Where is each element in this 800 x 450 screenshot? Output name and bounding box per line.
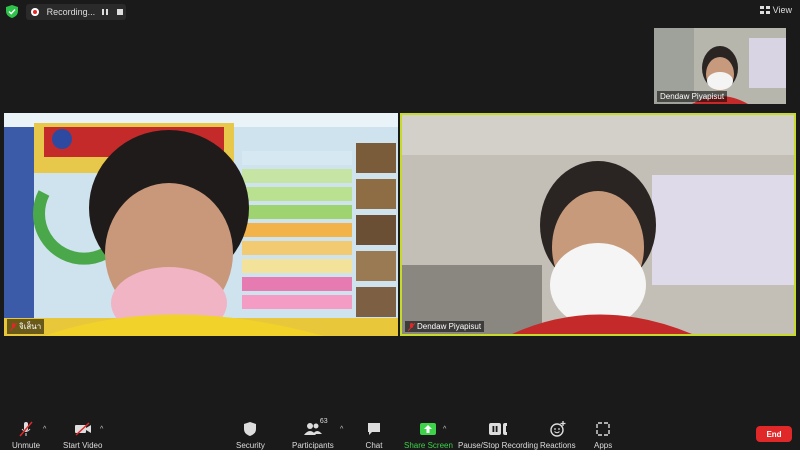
start-video-label: Start Video (63, 441, 103, 450)
stop-recording-icon[interactable] (115, 6, 126, 18)
pause-stop-recording-button[interactable]: Pause/Stop Recording (458, 412, 538, 450)
start-video-button[interactable]: Start Video (63, 412, 102, 450)
participants-icon: 63 (303, 418, 328, 438)
video-options-caret-icon[interactable]: ^ (100, 426, 103, 433)
chat-bubble-icon (365, 420, 383, 438)
apps-button[interactable]: Apps (594, 412, 612, 450)
pause-stop-recording-label: Pause/Stop Recording (458, 441, 539, 450)
view-button[interactable]: View (759, 5, 792, 15)
meeting-toolbar: Unmute ^ Start Video ^ Security 63 Parti… (0, 412, 800, 450)
muted-mic-icon (408, 322, 415, 331)
share-screen-icon (419, 420, 437, 438)
recording-indicator: Recording... (26, 4, 126, 20)
share-screen-label: Share Screen (404, 441, 453, 450)
view-label: View (772, 5, 792, 15)
unmute-button[interactable]: Unmute (12, 412, 40, 450)
left-participant-name: จิเส็นา (19, 322, 42, 331)
right-participant-name: Dendaw Piyapisut (417, 322, 482, 331)
security-shield-icon (241, 420, 259, 438)
self-view-thumbnail[interactable]: Dendaw Piyapisut (654, 28, 786, 104)
recording-dot-icon (31, 8, 39, 16)
thumbnail-name-tag: Dendaw Piyapisut (657, 91, 728, 102)
reactions-label: Reactions (540, 441, 576, 450)
muted-mic-icon (10, 322, 17, 331)
right-video-feed (402, 115, 794, 334)
participant-video-right[interactable]: Dendaw Piyapisut (400, 113, 796, 336)
security-label: Security (236, 441, 265, 450)
grid-icon (759, 6, 770, 14)
left-video-feed (4, 113, 398, 336)
pause-recording-icon[interactable] (99, 6, 110, 18)
apps-icon (594, 420, 612, 438)
smiley-plus-icon (549, 420, 567, 438)
chat-label: Chat (365, 441, 383, 450)
video-off-icon (74, 420, 92, 438)
shield-icon[interactable] (6, 5, 18, 18)
end-meeting-button[interactable]: End (756, 426, 792, 442)
security-button[interactable]: Security (236, 412, 265, 450)
unmute-label: Unmute (12, 441, 41, 450)
share-options-caret-icon[interactable]: ^ (443, 426, 446, 433)
recording-label: Recording... (46, 7, 96, 17)
left-name-tag: จิเส็นา (7, 319, 45, 334)
participants-options-caret-icon[interactable]: ^ (340, 426, 343, 433)
participants-label: Participants (292, 441, 334, 450)
participants-button[interactable]: 63 Participants (292, 412, 334, 450)
participant-video-left[interactable]: จิเส็นา (4, 113, 398, 336)
pause-stop-icon (489, 420, 508, 438)
thumbnail-participant-name: Dendaw Piyapisut (660, 92, 725, 101)
reactions-button[interactable]: Reactions (540, 412, 576, 450)
audio-options-caret-icon[interactable]: ^ (43, 426, 46, 433)
participants-count: 63 (319, 418, 328, 425)
apps-label: Apps (594, 441, 613, 450)
chat-button[interactable]: Chat (365, 412, 383, 450)
muted-microphone-icon (17, 420, 35, 438)
right-name-tag: Dendaw Piyapisut (405, 321, 485, 332)
